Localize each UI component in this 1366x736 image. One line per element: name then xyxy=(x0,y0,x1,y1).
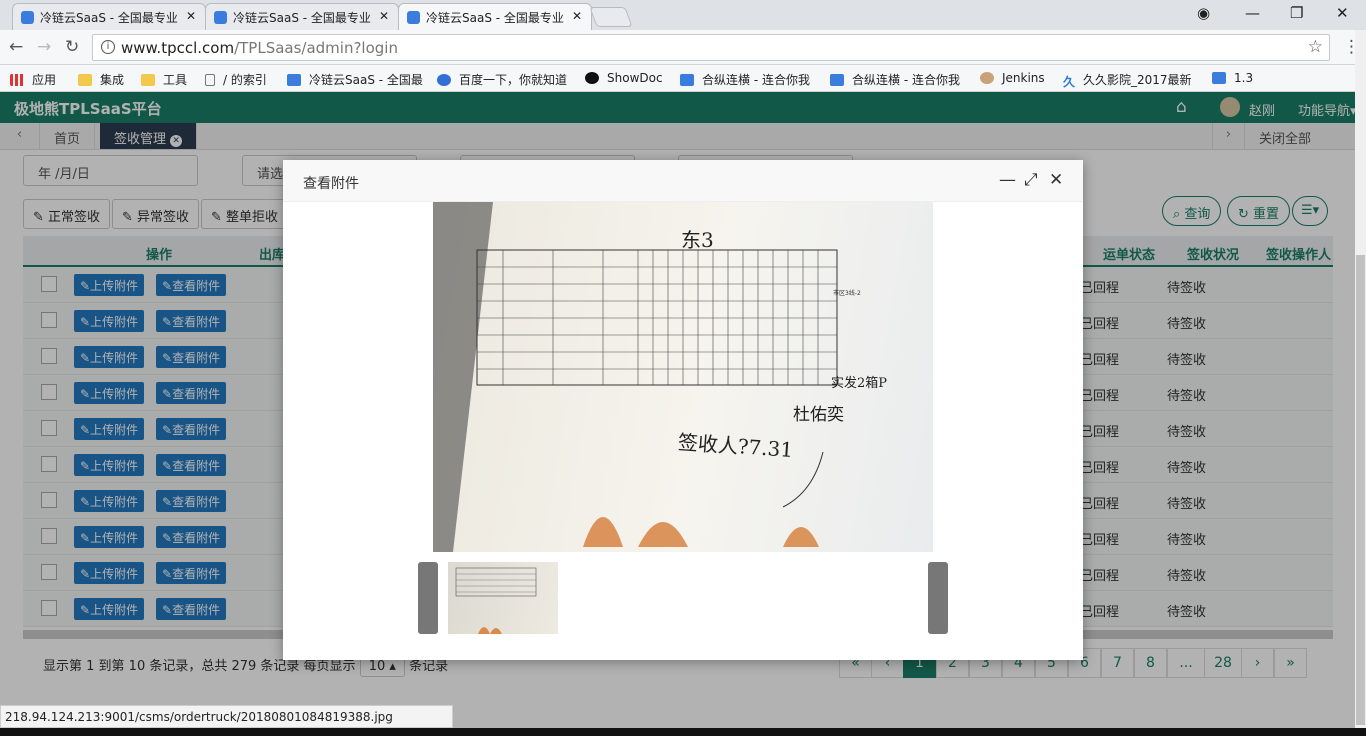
browser-tab-title: 冷链云SaaS - 全国最专业 xyxy=(426,11,564,25)
cloud-favicon-icon xyxy=(287,74,301,86)
attachment-photo: 东3 市区3线-2 实发2箱P 杜佑奕 签收人?7.31 xyxy=(433,202,933,552)
link-status-bar: 218.94.124.213:9001/csms/ordertruck/2018… xyxy=(0,705,453,728)
vertical-scrollbar[interactable] xyxy=(1355,30,1366,736)
handwritten-note: 实发2箱P xyxy=(831,376,888,391)
forward-icon[interactable]: → xyxy=(37,37,51,57)
handwritten-signature: 杜佑奕 xyxy=(793,405,844,425)
close-tab-icon[interactable]: ✕ xyxy=(186,9,196,23)
jiujiu-icon: 久 xyxy=(1063,75,1076,89)
browser-tab-2[interactable]: 冷链云SaaS - 全国最专业 ✕ xyxy=(205,3,399,30)
bookmark-label: ShowDoc xyxy=(607,71,663,85)
bookmark-jiujiu[interactable]: 久久久影院_2017最新 xyxy=(1063,71,1192,89)
bookmark-folder-integration[interactable]: 集成 xyxy=(78,71,124,88)
baidu-paw-icon xyxy=(437,74,451,86)
browser-tab-3[interactable]: 冷链云SaaS - 全国最专业 ✕ xyxy=(398,3,592,30)
browser-tab-title: 冷链云SaaS - 全国最专业 xyxy=(233,11,371,25)
cloud-favicon-icon xyxy=(680,74,694,86)
bookmark-13[interactable]: 1.3 xyxy=(1212,71,1253,85)
bookmark-label: / 的索引 xyxy=(223,73,267,87)
folder-icon xyxy=(141,74,155,86)
browser-tab-strip: 冷链云SaaS - 全国最专业 ✕ 冷链云SaaS - 全国最专业 ✕ 冷链云Saa… xyxy=(0,0,1366,30)
bookmark-showdoc[interactable]: ShowDoc xyxy=(585,71,663,85)
bookmark-label: 应用 xyxy=(32,73,57,87)
page-icon xyxy=(205,74,215,86)
attachment-thumbnail[interactable] xyxy=(448,562,558,634)
new-tab-button[interactable] xyxy=(589,7,633,27)
cloud-favicon-icon xyxy=(407,11,420,24)
dialog-title: 查看附件 xyxy=(303,176,359,192)
profile-icon[interactable]: ◉ xyxy=(1197,4,1210,22)
bookmark-label: 冷链云SaaS - 全国最 xyxy=(309,73,423,87)
bookmark-label: 集成 xyxy=(100,73,125,87)
dialog-header: 查看附件 — ⤢ ✕ xyxy=(283,160,1083,202)
attachment-viewer-dialog: 查看附件 — ⤢ ✕ 东3 市区3线-2 实发2箱P 杜佑奕 签收人?7.31 xyxy=(283,160,1083,660)
reload-icon[interactable]: ↻ xyxy=(65,37,79,57)
bookmark-label: 1.3 xyxy=(1234,71,1254,85)
showdoc-icon xyxy=(585,72,599,84)
cloud-favicon-icon xyxy=(21,11,34,24)
browser-tab-title: 冷链云SaaS - 全国最专业 xyxy=(40,11,178,25)
folder-icon xyxy=(78,74,92,86)
apps-grid-icon xyxy=(10,74,24,86)
cloud-favicon-icon xyxy=(1212,72,1226,84)
bookmark-label: 合纵连横 - 连合你我 xyxy=(852,73,960,87)
bookmark-star-icon[interactable]: ☆ xyxy=(1308,37,1323,57)
bookmark-jenkins[interactable]: Jenkins xyxy=(980,71,1045,85)
minimize-dialog-icon[interactable]: — xyxy=(999,170,1016,190)
route-label: 市区3线-2 xyxy=(833,290,861,297)
info-icon[interactable]: i xyxy=(101,40,115,54)
next-image-button[interactable] xyxy=(928,562,948,634)
url-input[interactable]: i www.tpccl.com/TPLSaas/admin?login ☆ xyxy=(92,34,1330,61)
bookmark-hezong-2[interactable]: 合纵连横 - 连合你我 xyxy=(830,71,960,88)
maximize-dialog-icon[interactable]: ⤢ xyxy=(1024,170,1038,190)
bookmark-label: 工具 xyxy=(163,73,188,87)
bookmark-folder-tools[interactable]: 工具 xyxy=(141,71,187,88)
close-dialog-icon[interactable]: ✕ xyxy=(1049,170,1063,190)
bookmark-label: Jenkins xyxy=(1002,71,1045,85)
bookmark-tpl[interactable]: 冷链云SaaS - 全国最 xyxy=(287,71,423,88)
bookmark-apps[interactable]: 应用 xyxy=(10,71,56,88)
scrollbar-thumb[interactable] xyxy=(1356,255,1365,725)
thumbnail-svg xyxy=(455,567,537,634)
bookmarks-bar: 应用 集成 工具 / 的索引 冷链云SaaS - 全国最 百度一下，你就知道 S… xyxy=(0,65,1366,92)
jenkins-icon xyxy=(980,72,994,84)
bookmark-index[interactable]: / 的索引 xyxy=(205,71,267,88)
os-taskbar xyxy=(0,728,1366,736)
browser-tab-1[interactable]: 冷链云SaaS - 全国最专业 ✕ xyxy=(12,3,206,30)
bookmark-label: 久久影院_2017最新 xyxy=(1083,73,1192,87)
url-host: www.tpccl.com xyxy=(121,39,235,57)
bookmark-baidu[interactable]: 百度一下，你就知道 xyxy=(437,71,567,88)
back-icon[interactable]: ← xyxy=(9,37,23,57)
bookmark-label: 百度一下，你就知道 xyxy=(459,73,568,87)
close-tab-icon[interactable]: ✕ xyxy=(379,9,389,23)
close-tab-icon[interactable]: ✕ xyxy=(572,9,582,23)
bookmark-label: 合纵连横 - 连合你我 xyxy=(702,73,810,87)
minimize-icon[interactable]: — xyxy=(1245,4,1260,22)
prev-image-button[interactable] xyxy=(418,562,438,634)
bookmark-hezong-1[interactable]: 合纵连横 - 连合你我 xyxy=(680,71,810,88)
handwritten-caption: 东3 xyxy=(681,228,714,252)
window-close-icon[interactable]: ✕ xyxy=(1336,4,1349,22)
cloud-favicon-icon xyxy=(830,74,844,86)
cloud-favicon-icon xyxy=(214,11,227,24)
url-path: /TPLSaas/admin?login xyxy=(234,39,398,57)
address-bar: ← → ↻ i www.tpccl.com/TPLSaas/admin?logi… xyxy=(0,30,1366,65)
restore-icon[interactable]: ❐ xyxy=(1290,4,1303,22)
